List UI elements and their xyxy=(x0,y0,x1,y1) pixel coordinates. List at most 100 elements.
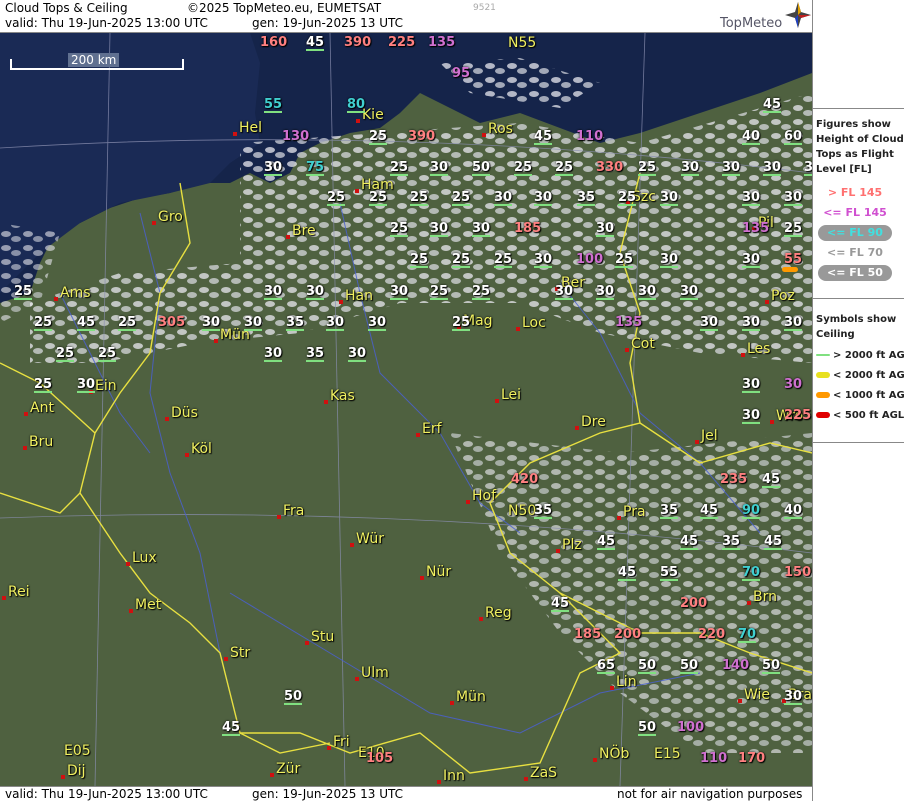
cloud-top-value: 55 xyxy=(660,565,679,581)
cloud-top-value: 30 xyxy=(390,284,409,300)
city-marker xyxy=(185,453,189,457)
city-label: Brn xyxy=(753,589,777,605)
city-label: Ant xyxy=(30,400,54,416)
city-label: Loc xyxy=(522,315,546,331)
city-marker xyxy=(625,348,629,352)
cloud-top-value: 305 xyxy=(158,315,186,330)
cloud-top-value: 130 xyxy=(282,129,310,144)
city-marker xyxy=(495,399,499,403)
legend-symbol-label: < 500 ft AGL xyxy=(833,410,904,421)
cloud-top-value: 50 xyxy=(638,658,657,674)
cloud-top-value: 30 xyxy=(368,315,387,331)
city-label: Kas xyxy=(330,388,355,404)
city-label: Ulm xyxy=(361,665,389,681)
legend-divider xyxy=(813,442,904,443)
cloud-top-value: 25 xyxy=(430,284,449,300)
city-label: NÖb xyxy=(599,746,630,762)
cloud-top-value: 160 xyxy=(260,35,288,50)
legend-level-item: <= FL 50 xyxy=(818,265,892,281)
satellite-map[interactable]: 200 km Hel Kie Ros N55 Ham Gro Bre Szc Pil Ber Ams… xyxy=(0,33,812,786)
cloud-top-value: 45 xyxy=(534,129,553,145)
cloud-top-value: 25 xyxy=(452,190,471,206)
city-marker xyxy=(556,549,560,553)
ceiling-swatch-icon xyxy=(816,354,830,356)
legend-panel: Figures show Height of Cloud Tops as Fli… xyxy=(812,0,904,801)
cloud-top-value: 185 xyxy=(514,221,542,236)
ceiling-symbol xyxy=(782,267,798,272)
cloud-top-value: 25 xyxy=(618,190,637,206)
cloud-top-value: 30 xyxy=(742,252,761,268)
city-marker xyxy=(593,758,597,762)
cloud-top-value: 225 xyxy=(388,35,416,50)
cloud-top-value: 95 xyxy=(452,66,471,81)
cloud-top-value: 30 xyxy=(680,284,699,300)
cloud-top-value: 25 xyxy=(555,160,574,176)
cloud-top-value: 30 xyxy=(264,346,283,362)
cloud-top-value: 25 xyxy=(615,252,634,268)
city-label: Met xyxy=(135,597,162,613)
city-marker xyxy=(327,746,331,750)
cloud-top-value: 55 xyxy=(782,253,802,272)
city-marker xyxy=(416,433,420,437)
cloud-top-value: 235 xyxy=(720,472,748,487)
cloud-top-value: 30 xyxy=(534,252,553,268)
legend-symbol-item: < 1000 ft AGL xyxy=(816,390,904,401)
city-marker xyxy=(770,420,774,424)
city-marker xyxy=(286,235,290,239)
map-title: Cloud Tops & Ceiling xyxy=(5,1,128,15)
city-marker xyxy=(126,562,130,566)
header-bar: Cloud Tops & Ceiling ©2025 TopMeteo.eu, … xyxy=(0,0,812,33)
city-marker xyxy=(355,189,359,193)
city-label: Fri xyxy=(333,734,350,750)
cloud-top-value: 30 xyxy=(742,190,761,206)
city-label: Ams xyxy=(60,285,91,301)
footer-valid-time: valid: Thu 19-Jun-2025 13:00 UTC xyxy=(5,787,208,801)
cloud-top-value: 170 xyxy=(738,751,766,766)
cloud-top-value: 45 xyxy=(597,534,616,550)
city-marker xyxy=(214,339,218,343)
cloud-top-value: 140 xyxy=(722,658,750,673)
cloud-top-value: 135 xyxy=(615,315,643,330)
cloud-top-value: 30 xyxy=(722,160,741,176)
cloud-top-value: 35 xyxy=(660,503,679,519)
compass-logo-icon xyxy=(785,2,811,31)
city-marker xyxy=(695,440,699,444)
cloud-top-value: 25 xyxy=(452,252,471,268)
cloud-top-value: 50 xyxy=(680,658,699,674)
cloud-top-value: 30 xyxy=(784,190,803,206)
cloud-top-value: 45 xyxy=(700,503,719,519)
city-marker xyxy=(165,417,169,421)
cloud-top-value: 30 xyxy=(638,284,657,300)
cloud-top-value: 25 xyxy=(369,190,388,206)
city-marker xyxy=(450,701,454,705)
city-label: Fra xyxy=(283,503,305,519)
city-label: N55 xyxy=(508,35,537,51)
cloud-top-value: 30 xyxy=(77,377,96,393)
cloud-top-value: 25 xyxy=(514,160,533,176)
cloud-top-value: 30 xyxy=(742,315,761,331)
cloud-top-value: 30 xyxy=(348,346,367,362)
city-label: Stu xyxy=(311,629,335,645)
cloud-top-value: 40 xyxy=(784,503,803,519)
city-label: Wür xyxy=(356,531,384,547)
cloud-top-value: 30 xyxy=(534,190,553,206)
legend-level-item: <= FL 145 xyxy=(823,206,887,219)
legend-level-item: > FL 145 xyxy=(827,186,883,199)
legend-divider xyxy=(813,298,904,299)
cloud-top-value: 225 xyxy=(784,408,812,423)
city-marker xyxy=(738,699,742,703)
cloud-top-value: 25 xyxy=(410,190,429,206)
city-marker xyxy=(437,780,441,784)
city-label: Zür xyxy=(276,761,301,777)
city-marker xyxy=(356,119,360,123)
city-label: Hel xyxy=(239,120,263,136)
cloud-top-value: 90 xyxy=(742,503,761,519)
cloud-top-value: 45 xyxy=(763,97,782,113)
cloud-top-value: 25 xyxy=(390,221,409,237)
cloud-top-value: 30 xyxy=(472,221,491,237)
cloud-top-value: 25 xyxy=(34,315,53,331)
legend-level-item: <= FL 90 xyxy=(818,225,892,241)
cloud-top-value: 25 xyxy=(369,129,388,145)
city-label: Hof xyxy=(472,488,497,504)
cloud-top-value: 30 xyxy=(244,315,263,331)
